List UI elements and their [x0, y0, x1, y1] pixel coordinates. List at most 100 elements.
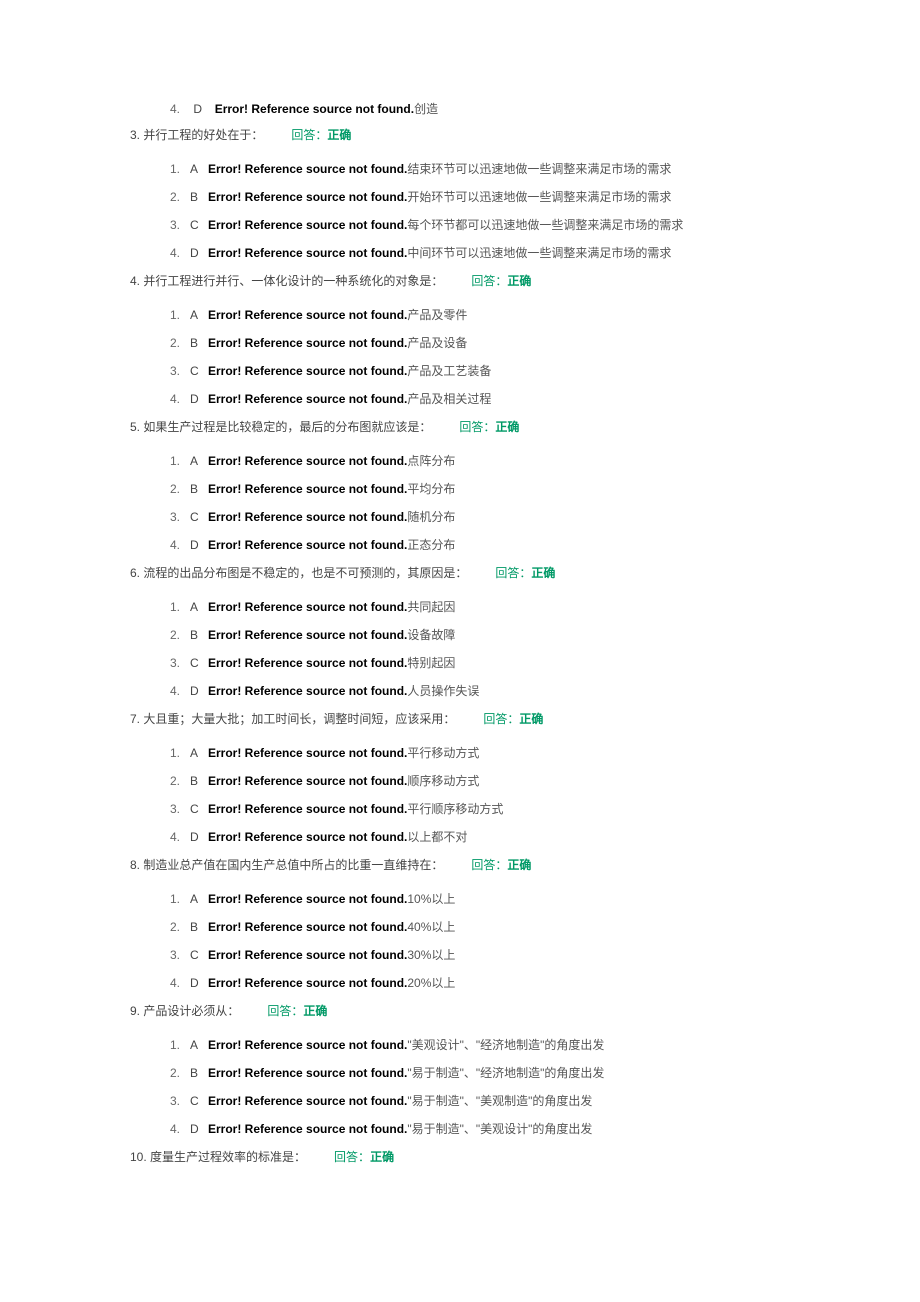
- option-letter: D: [193, 100, 211, 118]
- error-text: Error! Reference source not found.: [208, 1038, 407, 1052]
- error-text: Error! Reference source not found.: [208, 628, 407, 642]
- option-item: 4.DError! Reference source not found.中间环…: [170, 244, 790, 262]
- option-content: 产品及工艺装备: [407, 364, 491, 378]
- option-letter: A: [190, 598, 208, 616]
- option-number: 4.: [170, 682, 190, 700]
- option-item: 2.BError! Reference source not found.开始环…: [170, 188, 790, 206]
- option-item: 1.AError! Reference source not found.产品及…: [170, 306, 790, 324]
- option-content: 点阵分布: [407, 454, 455, 468]
- option-content: 特别起因: [407, 656, 455, 670]
- error-text: Error! Reference source not found.: [208, 976, 407, 990]
- option-number: 1.: [170, 598, 190, 616]
- option-content: "易于制造"、"美观制造"的角度出发: [407, 1094, 592, 1108]
- option-number: 3.: [170, 800, 190, 818]
- option-item: 3.CError! Reference source not found.随机分…: [170, 508, 790, 526]
- option-item: 3.CError! Reference source not found."易于…: [170, 1092, 790, 1110]
- options-list: 1.AError! Reference source not found.平行移…: [130, 744, 790, 846]
- option-number: 1.: [170, 890, 190, 908]
- option-number: 3.: [170, 362, 190, 380]
- question-text: 并行工程进行并行、一体化设计的一种系统化的对象是：: [143, 274, 443, 288]
- option-number: 1.: [170, 1036, 190, 1054]
- option-content: 平行移动方式: [407, 746, 479, 760]
- option-letter: B: [190, 188, 208, 206]
- option-item: 3.CError! Reference source not found.每个环…: [170, 216, 790, 234]
- option-item: 2.BError! Reference source not found.40%…: [170, 918, 790, 936]
- option-letter: B: [190, 480, 208, 498]
- question: 10. 度量生产过程效率的标准是：回答：正确: [130, 1148, 790, 1166]
- question: 6. 流程的出品分布图是不稳定的，也是不可预测的，其原因是：回答：正确1.AEr…: [130, 564, 790, 700]
- orphan-option: 4. D Error! Reference source not found.创…: [170, 100, 790, 118]
- option-number: 3.: [170, 508, 190, 526]
- option-letter: C: [190, 216, 208, 234]
- error-text: Error! Reference source not found.: [215, 102, 414, 116]
- answer-value: 正确: [531, 566, 555, 580]
- question: 8. 制造业总产值在国内生产总值中所占的比重一直维持在：回答：正确1.AErro…: [130, 856, 790, 992]
- error-text: Error! Reference source not found.: [208, 920, 407, 934]
- error-text: Error! Reference source not found.: [208, 892, 407, 906]
- error-text: Error! Reference source not found.: [208, 364, 407, 378]
- answer-label: 回答：: [334, 1150, 370, 1164]
- option-item: 3.CError! Reference source not found.30%…: [170, 946, 790, 964]
- error-text: Error! Reference source not found.: [208, 162, 407, 176]
- option-number: 1.: [170, 452, 190, 470]
- options-list: 1.AError! Reference source not found."美观…: [130, 1036, 790, 1138]
- option-content: 30%以上: [407, 948, 455, 962]
- answer-value: 正确: [370, 1150, 394, 1164]
- question-text: 度量生产过程效率的标准是：: [150, 1150, 306, 1164]
- question: 3. 并行工程的好处在于：回答：正确1.AError! Reference so…: [130, 126, 790, 262]
- question-number: 9.: [130, 1004, 140, 1018]
- error-text: Error! Reference source not found.: [208, 684, 407, 698]
- option-letter: C: [190, 1092, 208, 1110]
- option-item: 1.AError! Reference source not found.平行移…: [170, 744, 790, 762]
- answer-value: 正确: [519, 712, 543, 726]
- option-item: 3.CError! Reference source not found.产品及…: [170, 362, 790, 380]
- question-text: 如果生产过程是比较稳定的，最后的分布图就应该是：: [143, 420, 431, 434]
- option-letter: A: [190, 160, 208, 178]
- error-text: Error! Reference source not found.: [208, 1066, 407, 1080]
- error-text: Error! Reference source not found.: [208, 454, 407, 468]
- question-number: 5.: [130, 420, 140, 434]
- option-item: 4.DError! Reference source not found.正态分…: [170, 536, 790, 554]
- option-number: 1.: [170, 744, 190, 762]
- option-content: 顺序移动方式: [407, 774, 479, 788]
- option-item: 1.AError! Reference source not found.10%…: [170, 890, 790, 908]
- option-content: 20%以上: [407, 976, 455, 990]
- option-letter: A: [190, 1036, 208, 1054]
- error-text: Error! Reference source not found.: [208, 190, 407, 204]
- option-number: 1.: [170, 306, 190, 324]
- option-letter: C: [190, 362, 208, 380]
- error-text: Error! Reference source not found.: [208, 510, 407, 524]
- option-content: 开始环节可以迅速地做一些调整来满足市场的需求: [407, 190, 671, 204]
- question-line: 6. 流程的出品分布图是不稳定的，也是不可预测的，其原因是：回答：正确: [130, 564, 790, 582]
- option-number: 2.: [170, 918, 190, 936]
- option-letter: D: [190, 536, 208, 554]
- question-number: 8.: [130, 858, 140, 872]
- error-text: Error! Reference source not found.: [208, 774, 407, 788]
- option-content: 产品及相关过程: [407, 392, 491, 406]
- answer-value: 正确: [495, 420, 519, 434]
- option-item: 4.DError! Reference source not found.以上都…: [170, 828, 790, 846]
- question-text: 制造业总产值在国内生产总值中所占的比重一直维持在：: [143, 858, 443, 872]
- option-item: 2.BError! Reference source not found.产品及…: [170, 334, 790, 352]
- option-letter: A: [190, 744, 208, 762]
- question-number: 7.: [130, 712, 140, 726]
- option-letter: B: [190, 772, 208, 790]
- question-text: 并行工程的好处在于：: [143, 128, 263, 142]
- option-number: 4.: [170, 536, 190, 554]
- question-text: 大且重；大量大批；加工时间长，调整时间短，应该采用：: [143, 712, 455, 726]
- question-line: 10. 度量生产过程效率的标准是：回答：正确: [130, 1148, 790, 1166]
- option-content: 设备故障: [407, 628, 455, 642]
- error-text: Error! Reference source not found.: [208, 308, 407, 322]
- options-list: 1.AError! Reference source not found.产品及…: [130, 306, 790, 408]
- option-number: 4.: [170, 828, 190, 846]
- option-letter: C: [190, 800, 208, 818]
- option-item: 4.DError! Reference source not found.产品及…: [170, 390, 790, 408]
- option-item: 1.AError! Reference source not found.点阵分…: [170, 452, 790, 470]
- option-item: 4.DError! Reference source not found."易于…: [170, 1120, 790, 1138]
- option-content: 人员操作失误: [407, 684, 479, 698]
- option-content: 结束环节可以迅速地做一些调整来满足市场的需求: [407, 162, 671, 176]
- option-content: 平行顺序移动方式: [407, 802, 503, 816]
- option-content: 正态分布: [407, 538, 455, 552]
- error-text: Error! Reference source not found.: [208, 830, 407, 844]
- answer-label: 回答：: [471, 274, 507, 288]
